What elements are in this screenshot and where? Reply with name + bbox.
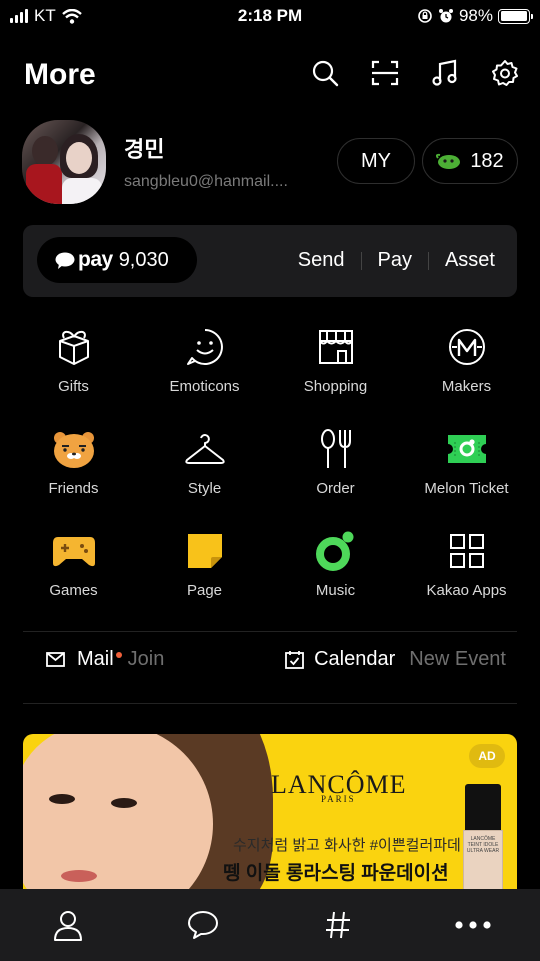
ad-headline: 뗑 이돌 롱라스팅 파운데이션 bbox=[223, 863, 449, 884]
pay-asset-button[interactable]: Asset bbox=[445, 249, 495, 272]
tab-more[interactable] bbox=[405, 889, 540, 961]
avatar[interactable] bbox=[22, 120, 106, 204]
more-dots-icon bbox=[454, 921, 491, 929]
ryan-bear-icon bbox=[49, 424, 99, 474]
choco-coin-button[interactable]: 182 bbox=[422, 138, 518, 184]
tab-chats[interactable] bbox=[135, 889, 270, 961]
mail-button[interactable]: Mail Join bbox=[46, 648, 164, 671]
coin-count: 182 bbox=[470, 149, 504, 172]
kakaopay-logo: pay bbox=[55, 248, 113, 272]
ad-bottle-label: LANCÔME TEINT IDOLE ULTRA WEAR bbox=[466, 836, 500, 854]
rotation-lock-icon bbox=[418, 9, 432, 23]
divider bbox=[23, 631, 517, 632]
header: More bbox=[24, 52, 520, 98]
service-shopping[interactable]: Shopping bbox=[270, 322, 401, 424]
service-gifts[interactable]: Gifts bbox=[8, 322, 139, 424]
service-friends[interactable]: Friends bbox=[8, 424, 139, 526]
music-note-icon[interactable] bbox=[430, 58, 460, 88]
service-order[interactable]: Order bbox=[270, 424, 401, 526]
profile-name: 경민 bbox=[124, 137, 165, 162]
sticky-note-icon bbox=[180, 526, 230, 576]
tab-view[interactable] bbox=[270, 889, 405, 961]
apps-grid-icon bbox=[442, 526, 492, 576]
fork-spoon-icon bbox=[311, 424, 361, 474]
pay-bar: pay 9,030 Send Pay Asset bbox=[23, 225, 517, 297]
service-style[interactable]: Style bbox=[139, 424, 270, 526]
page-title: More bbox=[24, 58, 96, 91]
storefront-icon bbox=[311, 322, 361, 372]
alarm-icon bbox=[438, 9, 453, 23]
calendar-button[interactable]: Calendar New Event bbox=[285, 648, 506, 671]
pay-balance-button[interactable]: pay 9,030 bbox=[37, 237, 197, 283]
scan-icon[interactable] bbox=[370, 58, 400, 88]
ad-model-image bbox=[23, 734, 273, 894]
divider bbox=[23, 703, 517, 704]
service-emoticons[interactable]: Emoticons bbox=[139, 322, 270, 424]
my-button[interactable]: MY bbox=[337, 138, 415, 184]
ad-banner[interactable]: LANCÔME PARIS 수지처럼 밝고 화사한 #이쁜컬러파데 뗑 이돌 롱… bbox=[23, 734, 517, 894]
calendar-label: Calendar bbox=[314, 648, 396, 670]
services-grid: Gifts Emoticons Shopping Makers Friends … bbox=[8, 322, 532, 628]
ticket-icon bbox=[442, 424, 492, 474]
choco-coin-icon bbox=[436, 153, 461, 169]
hanger-icon bbox=[180, 424, 230, 474]
mail-calendar-row: Mail Join Calendar New Event bbox=[46, 648, 506, 688]
person-icon bbox=[53, 911, 82, 941]
pay-balance: 9,030 bbox=[118, 248, 169, 271]
service-page[interactable]: Page bbox=[139, 526, 270, 628]
makers-m-icon bbox=[442, 322, 492, 372]
mail-icon bbox=[46, 652, 65, 667]
notification-dot bbox=[116, 652, 122, 658]
ad-product-image: LANCÔME TEINT IDOLE ULTRA WEAR bbox=[463, 784, 503, 894]
gamepad-icon bbox=[49, 526, 99, 576]
calendar-check-icon bbox=[285, 651, 305, 669]
mail-join[interactable]: Join bbox=[128, 648, 165, 671]
chat-bubble-icon bbox=[187, 911, 218, 939]
ad-tagline: 수지처럼 밝고 화사한 #이쁜컬러파데 bbox=[233, 837, 461, 854]
ad-badge: AD bbox=[469, 744, 505, 768]
smiley-icon bbox=[180, 322, 230, 372]
gift-icon bbox=[49, 322, 99, 372]
tab-friends[interactable] bbox=[0, 889, 135, 961]
hashtag-icon bbox=[325, 911, 350, 939]
melon-icon bbox=[311, 526, 361, 576]
profile-section[interactable]: 경민 sangbleu0@hanmail.... MY 182 bbox=[22, 118, 518, 206]
ad-brand-sub: PARIS bbox=[321, 794, 356, 804]
status-bar: KT 2:18 PM 98% bbox=[0, 0, 540, 32]
service-melon-ticket[interactable]: Melon Ticket bbox=[401, 424, 532, 526]
divider bbox=[427, 251, 429, 270]
mail-label: Mail bbox=[77, 648, 114, 670]
battery-icon bbox=[498, 8, 533, 24]
tab-bar bbox=[0, 889, 540, 961]
battery-percent: 98% bbox=[458, 6, 493, 25]
divider bbox=[360, 251, 362, 270]
service-music[interactable]: Music bbox=[270, 526, 401, 628]
service-games[interactable]: Games bbox=[8, 526, 139, 628]
profile-email: sangbleu0@hanmail.... bbox=[124, 173, 288, 190]
service-makers[interactable]: Makers bbox=[401, 322, 532, 424]
calendar-new-event[interactable]: New Event bbox=[409, 648, 506, 671]
settings-icon[interactable] bbox=[490, 58, 520, 88]
pay-send-button[interactable]: Send bbox=[298, 249, 345, 272]
pay-pay-button[interactable]: Pay bbox=[378, 249, 412, 272]
search-icon[interactable] bbox=[310, 58, 340, 88]
service-kakao-apps[interactable]: Kakao Apps bbox=[401, 526, 532, 628]
